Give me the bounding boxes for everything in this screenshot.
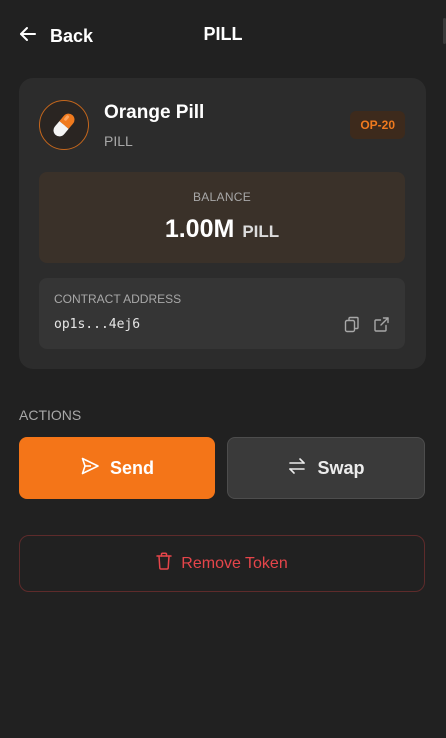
contract-panel: CONTRACT ADDRESS op1s...4ej6 bbox=[39, 278, 405, 349]
swap-arrows-icon bbox=[287, 456, 307, 481]
balance-unit: PILL bbox=[242, 222, 280, 241]
balance-amount: 1.00M bbox=[164, 215, 235, 243]
remove-token-button[interactable]: Remove Token bbox=[19, 535, 425, 592]
trash-icon bbox=[156, 552, 173, 575]
page-title: PILL bbox=[203, 24, 243, 44]
swap-label: Swap bbox=[317, 457, 365, 478]
send-icon bbox=[80, 456, 100, 481]
header: Back PILL bbox=[0, 0, 446, 72]
balance-value: 1.00M PILL bbox=[39, 215, 405, 244]
send-label: Send bbox=[109, 457, 154, 478]
balance-panel: BALANCE 1.00M PILL bbox=[39, 172, 405, 263]
actions-section-label: ACTIONS bbox=[19, 407, 82, 423]
external-link-icon[interactable] bbox=[373, 316, 390, 333]
token-card: Orange Pill PILL OP-20 BALANCE 1.00M PIL… bbox=[19, 78, 426, 369]
contract-address: op1s...4ej6 bbox=[54, 317, 141, 332]
swap-button[interactable]: Swap bbox=[227, 437, 425, 499]
token-standard-badge: OP-20 bbox=[350, 111, 405, 139]
contract-address-label: CONTRACT ADDRESS bbox=[54, 292, 182, 306]
orange-pill-icon bbox=[39, 100, 89, 150]
token-symbol: PILL bbox=[104, 133, 133, 149]
balance-label: BALANCE bbox=[192, 190, 252, 204]
token-name: Orange Pill bbox=[104, 102, 205, 123]
send-button[interactable]: Send bbox=[19, 437, 215, 499]
remove-token-label: Remove Token bbox=[181, 554, 288, 572]
copy-icon[interactable] bbox=[344, 316, 360, 333]
